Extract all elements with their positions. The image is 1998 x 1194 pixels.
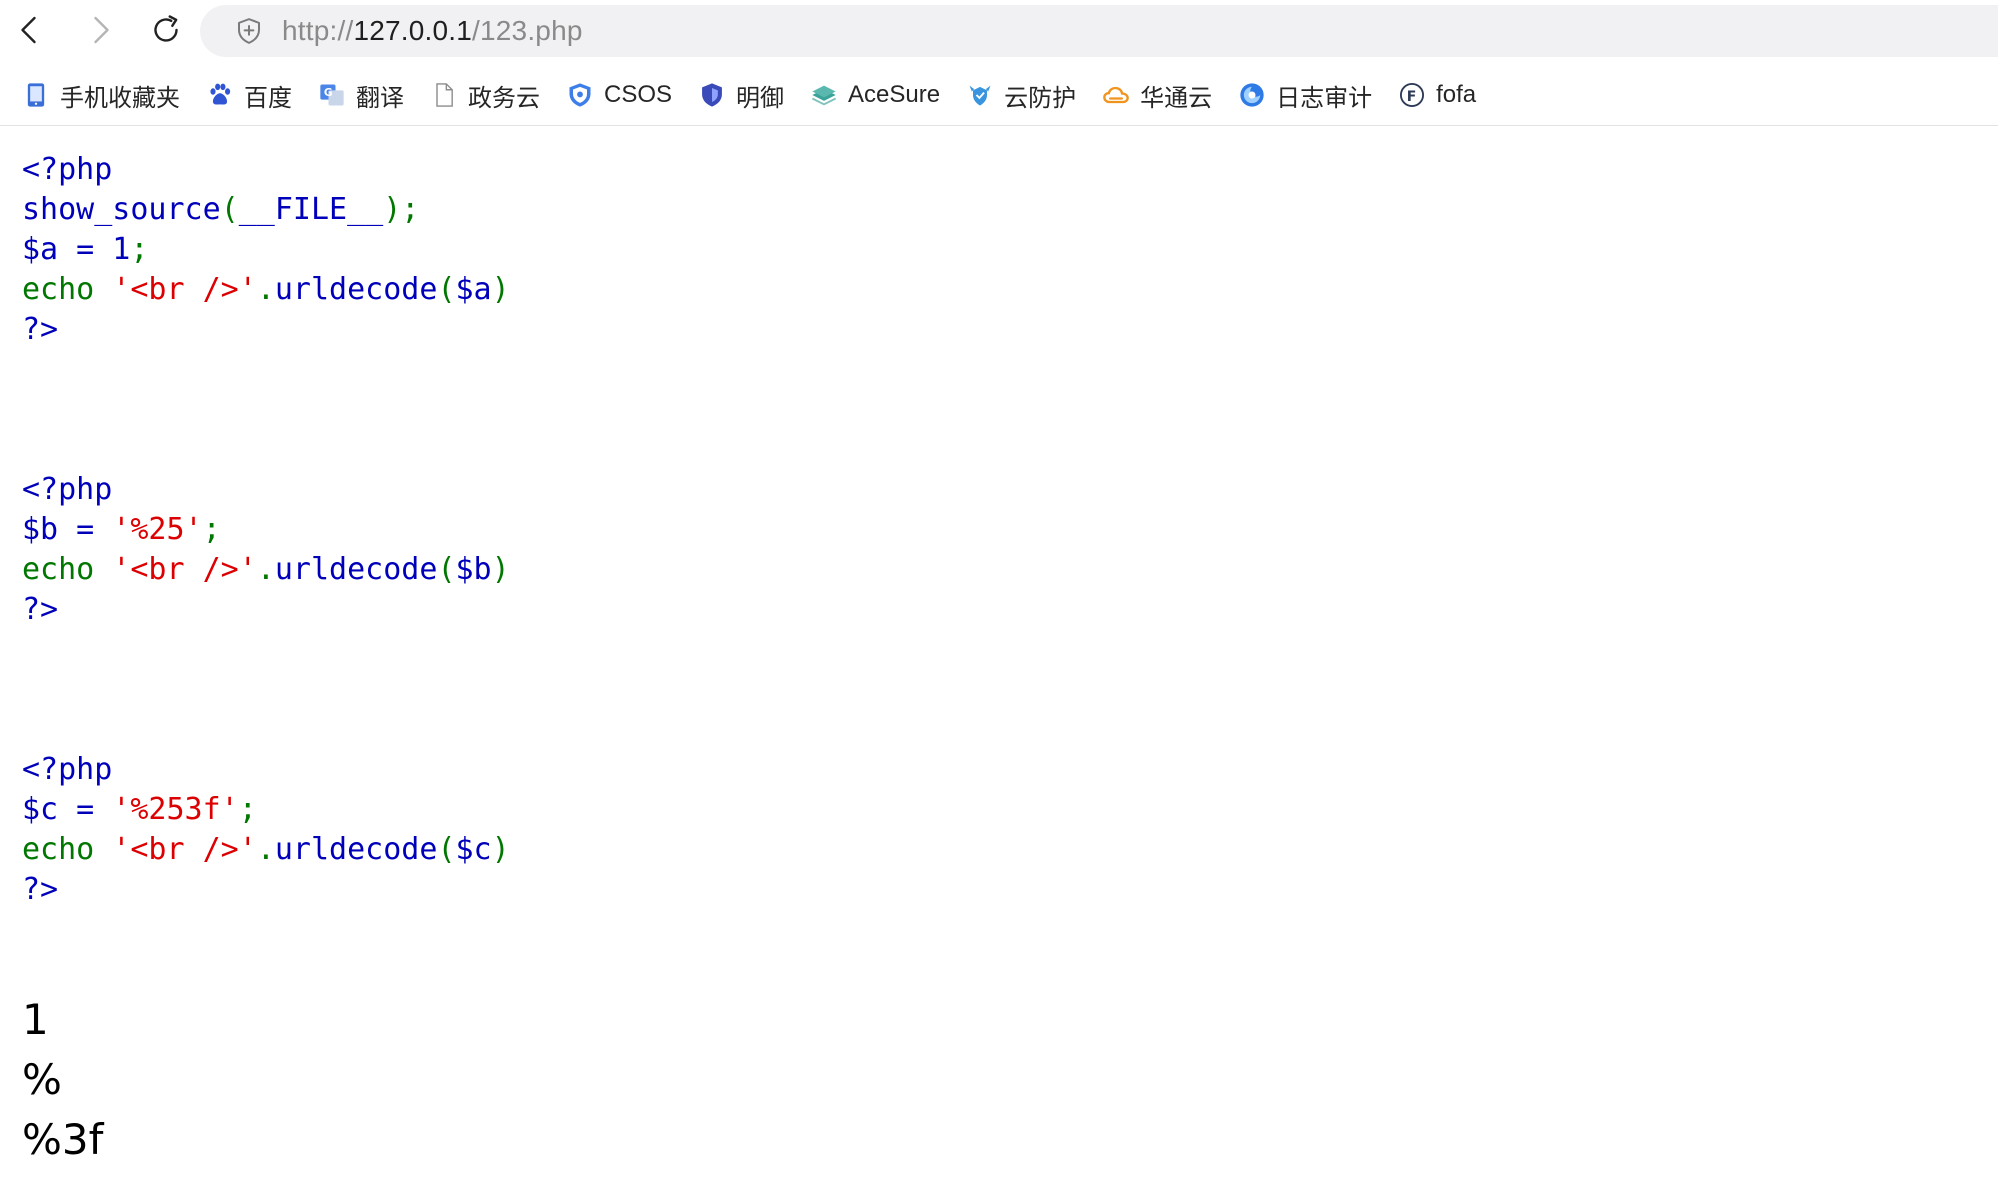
bookmark-label: CSOS xyxy=(604,81,673,108)
bookmark-fofa[interactable]: F fofa xyxy=(1398,74,1476,116)
cloud-icon xyxy=(1102,81,1130,109)
code-token: __FILE__ xyxy=(238,192,384,227)
code-token: ; xyxy=(202,512,221,547)
bookmark-cloud-protect[interactable]: 云防护 xyxy=(966,74,1076,116)
fofa-icon: F xyxy=(1398,81,1426,109)
bookmark-acesure[interactable]: AceSure xyxy=(810,74,940,116)
code-token: ?> xyxy=(22,312,59,347)
code-token: . xyxy=(256,552,275,587)
baidu-paw-icon xyxy=(206,81,234,109)
bookmark-label: 政务云 xyxy=(468,84,540,112)
bookmark-label: 华通云 xyxy=(1140,84,1213,112)
bookmark-label: 明御 xyxy=(736,84,785,112)
php-source-block-1: <?php show_source(__FILE__); $a = 1; ech… xyxy=(22,150,510,350)
csos-shield-icon xyxy=(566,81,594,109)
bookmark-gov-cloud[interactable]: 政务云 xyxy=(430,74,540,116)
script-output: 1 % %3f xyxy=(22,990,510,1170)
bookmark-label: 百度 xyxy=(244,84,292,112)
bookmarks-bar: 手机收藏夹 百度 G 翻译 政务云 CSOS 明御 AceSure 云防护 华通… xyxy=(0,74,1998,116)
forward-button[interactable] xyxy=(78,8,122,52)
code-token: $b xyxy=(455,552,492,587)
shield-icon xyxy=(238,18,260,44)
php-source-block-2: <?php $b = '%25'; echo '<br />'.urldecod… xyxy=(22,470,510,630)
url-host: 127.0.0.1 xyxy=(353,15,473,46)
code-token: ); xyxy=(383,192,420,227)
code-token: $b = xyxy=(22,512,113,547)
chevron-left-icon xyxy=(21,16,36,44)
code-token: . xyxy=(256,832,275,867)
code-token: '<br />' xyxy=(112,832,257,867)
bookmark-log-audit[interactable]: 日志审计 xyxy=(1238,74,1372,116)
log-audit-icon xyxy=(1238,81,1266,109)
bookmark-huatong-cloud[interactable]: 华通云 xyxy=(1102,74,1212,116)
url-path: /123.php xyxy=(472,15,583,46)
bookmark-mingyu[interactable]: 明御 xyxy=(698,74,784,116)
code-token: show_source xyxy=(22,192,221,227)
bookmark-phone-favorites[interactable]: 手机收藏夹 xyxy=(22,74,180,116)
code-token: ?> xyxy=(22,592,59,627)
code-token: ) xyxy=(491,272,510,307)
back-button[interactable] xyxy=(8,8,52,52)
code-token: ( xyxy=(437,272,456,307)
code-token: <?php xyxy=(22,752,113,787)
phone-bookmark-icon xyxy=(22,81,50,109)
bookmark-label: 日志审计 xyxy=(1276,84,1373,112)
output-line: % xyxy=(22,1055,62,1104)
bookmark-label: AceSure xyxy=(848,81,941,108)
code-token: ) xyxy=(491,832,510,867)
code-token: $c = xyxy=(22,792,113,827)
code-token: <?php xyxy=(22,152,113,187)
code-token: echo xyxy=(22,552,113,587)
bookmark-baidu[interactable]: 百度 xyxy=(206,74,292,116)
code-token: ( xyxy=(220,192,239,227)
php-source-block-3: <?php $c = '%253f'; echo '<br />'.urldec… xyxy=(22,750,510,910)
code-token: $a = 1 xyxy=(22,232,131,267)
browser-chrome: http://127.0.0.1/123.php 手机收藏夹 百度 G 翻译 政… xyxy=(0,0,1998,126)
output-line: 1 xyxy=(22,995,49,1044)
svg-text:F: F xyxy=(1407,89,1417,105)
code-token: <?php xyxy=(22,472,113,507)
code-token: '%25' xyxy=(112,512,203,547)
code-token: $c xyxy=(455,832,492,867)
chevron-right-icon xyxy=(94,16,109,44)
url-text: http://127.0.0.1/123.php xyxy=(282,15,583,47)
mingyu-shield-icon xyxy=(698,81,726,109)
bookmark-label: 翻译 xyxy=(356,84,404,112)
svg-text:G: G xyxy=(324,87,333,99)
code-token: urldecode xyxy=(274,552,438,587)
bookmark-translate[interactable]: G 翻译 xyxy=(318,74,404,116)
code-token: ; xyxy=(238,792,257,827)
code-token: ( xyxy=(437,832,456,867)
bookmark-label: 手机收藏夹 xyxy=(60,84,180,112)
reload-icon xyxy=(154,15,178,42)
code-token: . xyxy=(256,272,275,307)
output-line: %3f xyxy=(22,1115,104,1164)
cloud-protect-icon xyxy=(966,81,994,109)
translate-icon: G xyxy=(318,81,346,109)
url-scheme: http:// xyxy=(282,15,354,46)
code-token: echo xyxy=(22,272,113,307)
code-token: ( xyxy=(437,552,456,587)
page-content: <?php show_source(__FILE__); $a = 1; ech… xyxy=(22,150,510,1170)
document-icon xyxy=(430,81,458,109)
address-bar[interactable]: http://127.0.0.1/123.php xyxy=(200,5,1998,57)
code-token: echo xyxy=(22,832,113,867)
code-token: ?> xyxy=(22,872,59,907)
bookmark-label: fofa xyxy=(1436,81,1477,108)
reload-button[interactable] xyxy=(144,8,188,52)
code-token: ; xyxy=(130,232,149,267)
code-token: $a xyxy=(455,272,492,307)
code-token: '<br />' xyxy=(112,272,257,307)
code-token: '%253f' xyxy=(112,792,239,827)
code-token: ) xyxy=(491,552,510,587)
code-token: urldecode xyxy=(274,272,438,307)
code-token: '<br />' xyxy=(112,552,257,587)
bookmark-csos[interactable]: CSOS xyxy=(566,74,672,116)
acesure-layers-icon xyxy=(810,81,838,109)
bookmark-label: 云防护 xyxy=(1004,84,1077,112)
code-token: urldecode xyxy=(274,832,438,867)
